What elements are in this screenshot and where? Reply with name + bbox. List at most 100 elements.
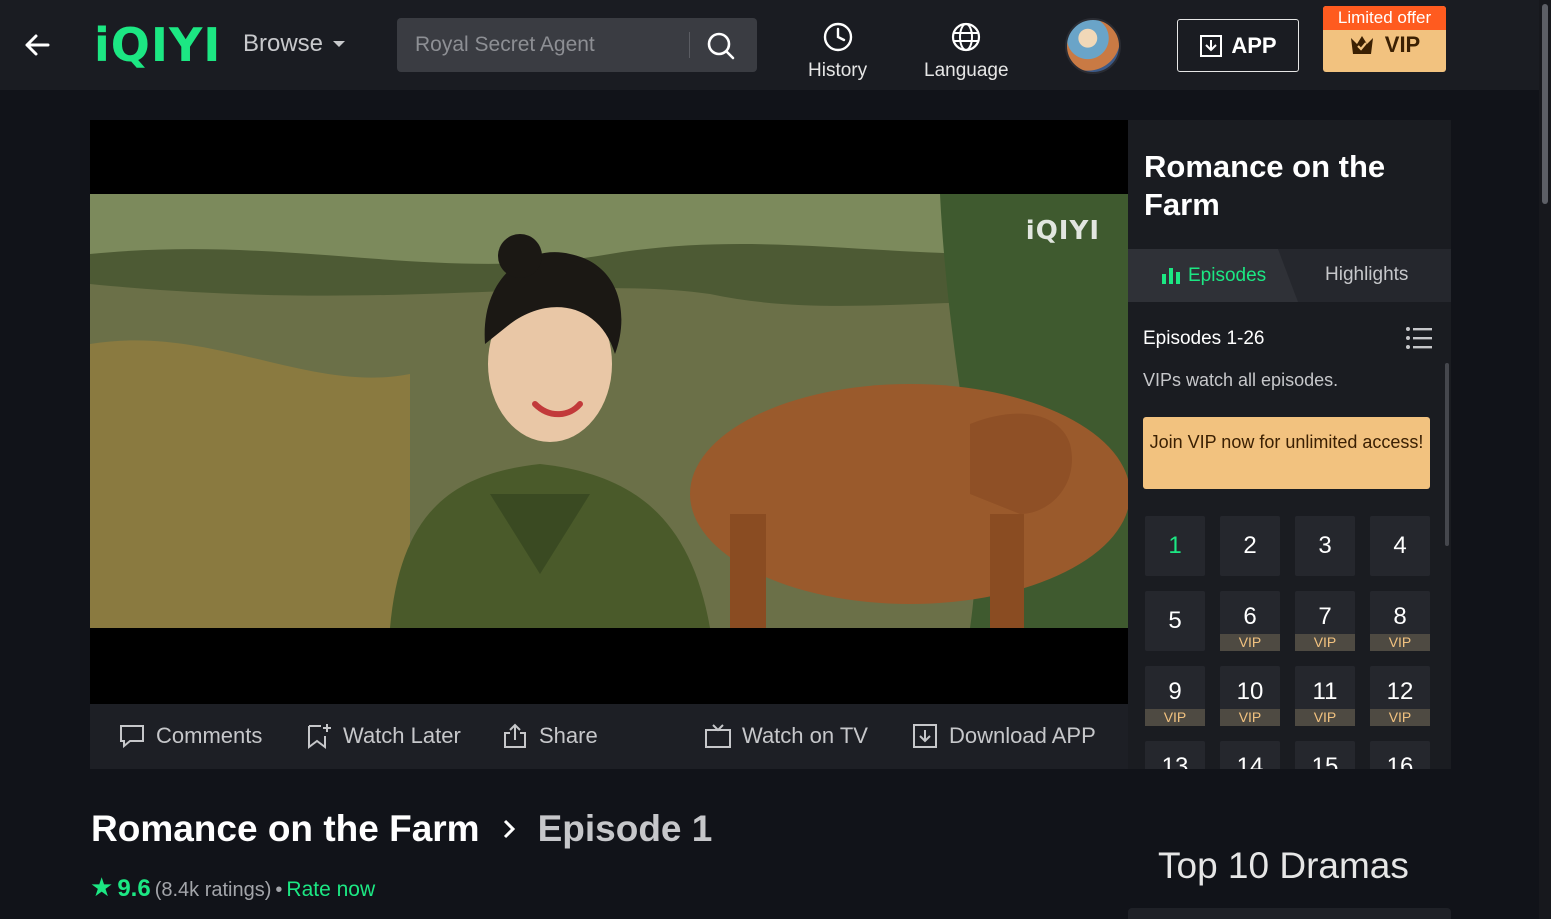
vip-tag: VIP bbox=[1295, 634, 1355, 651]
language-button[interactable]: Language bbox=[924, 20, 1009, 82]
breadcrumb: Romance on the Farm Episode 1 bbox=[91, 808, 712, 850]
vip-tag: VIP bbox=[1220, 634, 1280, 651]
tab-highlights[interactable]: Highlights bbox=[1325, 264, 1408, 286]
search-input[interactable]: Royal Secret Agent bbox=[415, 33, 595, 57]
tab-episodes-label: Episodes bbox=[1188, 264, 1267, 286]
episodes-panel: Romance on the Farm Episodes Highlights … bbox=[1128, 120, 1451, 769]
history-button[interactable]: History bbox=[808, 20, 867, 82]
episode-button[interactable]: 10 VIP bbox=[1220, 666, 1280, 726]
search-box[interactable]: Royal Secret Agent bbox=[397, 18, 757, 72]
episode-number: 1 bbox=[1168, 532, 1182, 559]
episode-number: 13 bbox=[1161, 753, 1189, 769]
show-title[interactable]: Romance on the Farm bbox=[91, 808, 480, 850]
download-icon bbox=[913, 724, 937, 748]
rate-now-link[interactable]: Rate now bbox=[286, 878, 375, 902]
comments-button[interactable]: Comments bbox=[118, 722, 262, 750]
episode-button[interactable]: 14VIP bbox=[1220, 741, 1280, 769]
watch-later-label: Watch Later bbox=[343, 723, 461, 748]
caret-down-icon bbox=[333, 41, 346, 47]
vip-label: VIP bbox=[1384, 32, 1421, 57]
episode-button[interactable]: 3 bbox=[1295, 516, 1355, 576]
episode-button[interactable]: 12 VIP bbox=[1370, 666, 1430, 726]
panel-tabs: Episodes Highlights bbox=[1128, 249, 1451, 302]
vip-tag: VIP bbox=[1220, 709, 1280, 726]
vip-tag: VIP bbox=[1145, 709, 1205, 726]
history-label: History bbox=[808, 60, 868, 81]
bookmark-plus-icon bbox=[308, 724, 331, 749]
episode-grid: 123456VIP7VIP8VIP9VIP10VIP11VIP12VIP13VI… bbox=[1145, 516, 1430, 769]
top10-heading: Top 10 Dramas bbox=[1158, 845, 1409, 886]
tab-episodes[interactable]: Episodes bbox=[1128, 249, 1298, 302]
panel-show-title: Romance on the Farm bbox=[1144, 149, 1386, 222]
crown-icon bbox=[1350, 36, 1373, 54]
bar-chart-icon bbox=[1162, 267, 1180, 284]
chevron-right-icon bbox=[503, 819, 515, 839]
search-divider bbox=[689, 32, 690, 58]
iqiyi-logo[interactable]: iQIYI bbox=[94, 20, 221, 70]
search-icon[interactable] bbox=[705, 30, 737, 62]
rating-separator: • bbox=[275, 879, 283, 901]
share-label: Share bbox=[539, 723, 598, 748]
vip-label-row: VIP bbox=[1323, 32, 1446, 58]
comments-label: Comments bbox=[156, 723, 263, 748]
episode-number: 2 bbox=[1243, 532, 1257, 559]
app-download-button[interactable]: APP bbox=[1177, 19, 1299, 72]
star-icon: ★ bbox=[90, 872, 114, 902]
browse-menu[interactable]: Browse bbox=[243, 30, 346, 58]
limited-offer-badge: Limited offer bbox=[1323, 6, 1446, 30]
download-app-label: Download APP bbox=[949, 723, 1096, 748]
video-frame[interactable]: iQIYI bbox=[90, 194, 1128, 628]
download-icon bbox=[1200, 34, 1223, 57]
page-scrollbar[interactable] bbox=[1539, 0, 1551, 919]
episode-number: 5 bbox=[1168, 607, 1182, 634]
app-label: APP bbox=[1231, 32, 1277, 58]
episode-range: Episodes 1-26 bbox=[1143, 328, 1265, 349]
download-app-button[interactable]: Download APP bbox=[911, 722, 1096, 750]
episode-number: 4 bbox=[1393, 532, 1407, 559]
episode-button[interactable]: 15VIP bbox=[1295, 741, 1355, 769]
panel-scrollbar[interactable] bbox=[1445, 363, 1449, 546]
scrollbar-thumb[interactable] bbox=[1542, 4, 1548, 204]
episode-button[interactable]: 16VIP bbox=[1370, 741, 1430, 769]
video-watermark: iQIYI bbox=[1025, 216, 1100, 246]
tv-icon bbox=[705, 724, 731, 748]
vip-tag: VIP bbox=[1295, 709, 1355, 726]
episode-button[interactable]: 6 VIP bbox=[1220, 591, 1280, 651]
vip-button[interactable]: Limited offer VIP bbox=[1323, 6, 1446, 72]
episode-button[interactable]: 9 VIP bbox=[1145, 666, 1205, 726]
episode-title: Episode 1 bbox=[537, 808, 713, 849]
vip-tag: VIP bbox=[1370, 709, 1430, 726]
episode-button[interactable]: 1 bbox=[1145, 516, 1205, 576]
episode-button[interactable]: 13VIP bbox=[1145, 741, 1205, 769]
share-button[interactable]: Share bbox=[501, 722, 598, 750]
globe-icon bbox=[952, 22, 981, 52]
rating-row: ★ 9.6 (8.4k ratings) • Rate now bbox=[90, 872, 375, 903]
rating-count: (8.4k ratings) bbox=[154, 879, 272, 901]
episode-number: 3 bbox=[1318, 532, 1332, 559]
language-label: Language bbox=[924, 60, 1009, 81]
episode-number: 16 bbox=[1386, 753, 1414, 769]
join-vip-button[interactable]: Join VIP now for unlimited access! bbox=[1143, 417, 1430, 489]
share-icon bbox=[504, 723, 526, 748]
browse-label: Browse bbox=[243, 30, 324, 57]
episode-number: 14 bbox=[1236, 753, 1264, 769]
list-view-icon[interactable] bbox=[1406, 326, 1432, 350]
episode-button[interactable]: 4 bbox=[1370, 516, 1430, 576]
top10-list-start bbox=[1128, 908, 1451, 919]
episode-button[interactable]: 11 VIP bbox=[1295, 666, 1355, 726]
episode-button[interactable]: 7 VIP bbox=[1295, 591, 1355, 651]
episode-button[interactable]: 5 bbox=[1145, 591, 1205, 651]
comment-icon bbox=[120, 725, 144, 749]
top-header: iQIYI Browse Royal Secret Agent History … bbox=[0, 0, 1551, 90]
watch-later-button[interactable]: Watch Later bbox=[305, 722, 461, 750]
episode-number: 15 bbox=[1311, 753, 1339, 769]
episode-button[interactable]: 8 VIP bbox=[1370, 591, 1430, 651]
clock-icon bbox=[823, 22, 852, 52]
watch-on-tv-button[interactable]: Watch on TV bbox=[704, 722, 868, 750]
user-avatar[interactable] bbox=[1065, 18, 1121, 74]
vip-note: VIPs watch all episodes. bbox=[1143, 370, 1339, 390]
back-arrow-icon[interactable] bbox=[22, 30, 52, 60]
video-player[interactable]: iQIYI bbox=[90, 120, 1128, 704]
episode-button[interactable]: 2 bbox=[1220, 516, 1280, 576]
video-scene-image bbox=[90, 194, 1128, 628]
